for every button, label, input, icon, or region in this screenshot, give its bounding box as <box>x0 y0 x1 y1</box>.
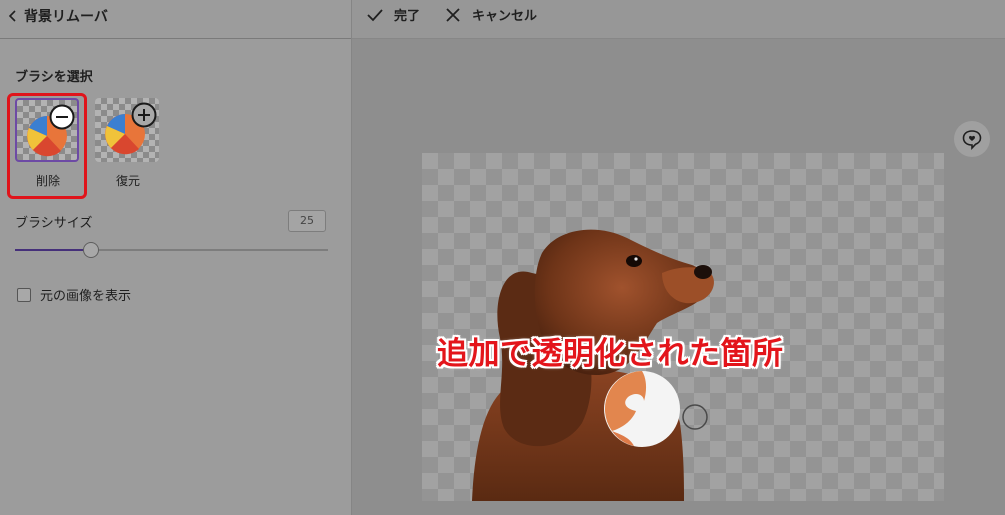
cancel-button[interactable]: キャンセル <box>444 5 537 24</box>
brush-option-restore[interactable]: 復元 <box>95 98 161 189</box>
annotation-label: 追加で透明化された箇所 <box>437 336 784 372</box>
plus-circle-icon <box>131 102 157 128</box>
panel-header: 背景リムーバ <box>0 0 351 39</box>
brush-size-label: ブラシサイズ <box>15 216 93 231</box>
brush-size-input[interactable]: 25 <box>288 210 326 232</box>
brush-size-slider[interactable] <box>15 242 328 258</box>
brush-select-label: ブラシを選択 <box>15 70 93 85</box>
close-icon <box>446 7 460 22</box>
chevron-left-icon <box>8 10 16 22</box>
image-canvas[interactable] <box>422 153 944 501</box>
done-button[interactable]: 完了 <box>366 5 420 24</box>
highlight-annotation-box <box>7 93 87 199</box>
speech-bubble-heart-icon <box>962 130 982 150</box>
check-icon <box>367 8 383 21</box>
editor-toolbar: 完了 キャンセル <box>352 0 1005 39</box>
done-label: 完了 <box>394 9 421 24</box>
left-panel: 背景リムーバ ブラシを選択 削除 復元 ブラシサイズ 25 元の画像を表示 <box>0 0 352 515</box>
slider-thumb[interactable] <box>83 242 100 258</box>
show-original-toggle[interactable]: 元の画像を表示 <box>17 285 131 304</box>
slider-fill <box>15 249 91 251</box>
back-button[interactable]: 背景リムーバ <box>6 5 108 27</box>
canvas-area <box>352 39 1005 515</box>
cancel-label: キャンセル <box>472 9 538 24</box>
restore-brush-label: 復元 <box>115 174 140 188</box>
panel-title: 背景リムーバ <box>24 9 108 25</box>
restore-brush-thumbnail <box>95 98 159 162</box>
show-original-label: 元の画像を表示 <box>40 289 132 304</box>
show-original-checkbox[interactable] <box>17 287 31 302</box>
feedback-button[interactable] <box>954 121 990 157</box>
dog-image <box>472 229 714 501</box>
